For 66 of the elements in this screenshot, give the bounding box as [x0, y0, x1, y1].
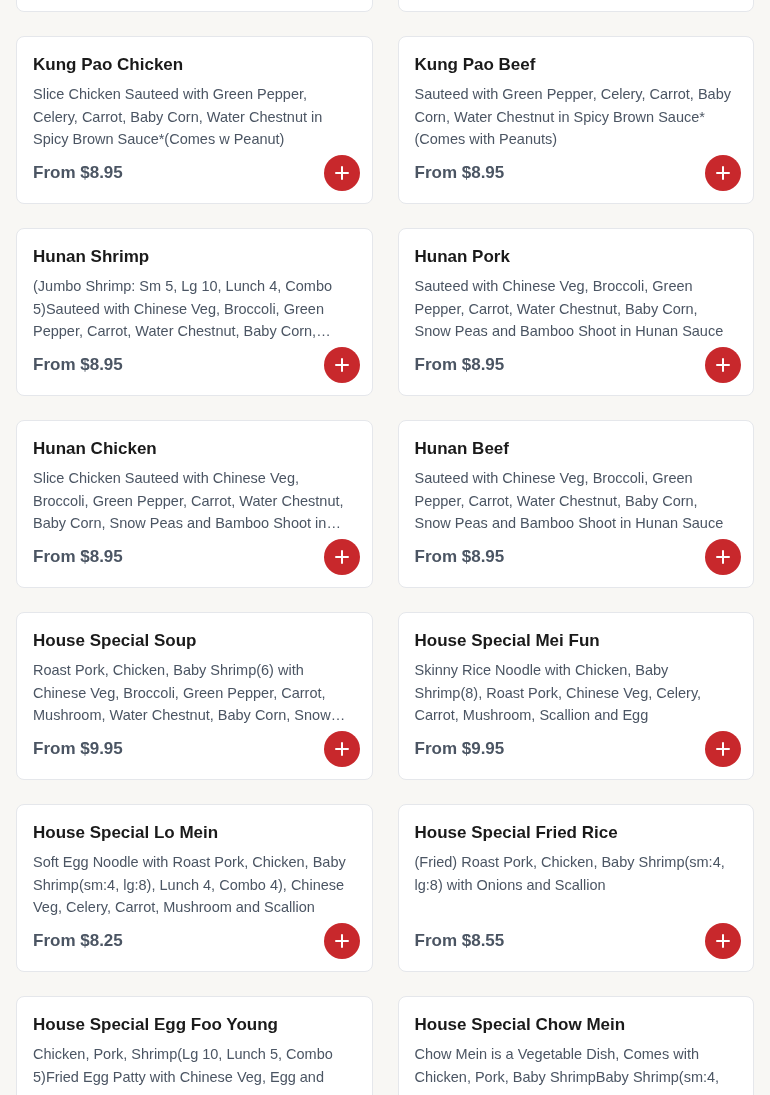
menu-card[interactable]: House Special Lo Mein Soft Egg Noodle with Roast Pork, Chicken, Baby Shrimp(sm:4, lg:8), Lunch 4, Combo 4), Chinese Veg, Celery, Carrot, Mushroom and Scallion From $8.25 [16, 804, 373, 972]
dish-title: Hunan Beef [414, 438, 510, 460]
add-button[interactable] [705, 155, 741, 191]
menu-card[interactable]: Hunan Beef Sauteed with Chinese Veg, Broccoli, Green Pepper, Carrot, Water Chestnut, Baby Corn, Snow Peas and Bamboo Shoot in Hunan Sauce From $8.95 [397, 420, 754, 588]
menu-card[interactable]: House Special Egg Foo Young Chicken, Pork, Shrimp(Lg 10, Lunch 5, Combo 5)Fried Egg Patty with Chinese Veg, Egg and [16, 996, 373, 1095]
plus-icon [716, 358, 730, 372]
dish-title: House Special Lo Mein [33, 822, 220, 844]
dish-title: House Special Soup [33, 630, 198, 652]
menu-card[interactable]: Hunan Shrimp (Jumbo Shrimp: Sm 5, Lg 10, Lunch 4, Combo 5)Sauteed with Chinese Veg, Broccoli, Green Pepper, Carrot, Water Chestnut, Baby Corn,… From $8.95 [16, 228, 373, 396]
dish-description: Chow Mein is a Vegetable Dish, Comes with Chicken, Pork, Baby ShrimpBaby Shrimp(sm:4, [414, 1045, 721, 1087]
add-button[interactable] [323, 923, 360, 959]
dish-description: Sauteed with Chinese Veg, Broccoli, Green Pepper, Carrot, Water Chestnut, Baby Corn, Snow Peas and Bamboo Shoot in Hunan Sauce [414, 277, 725, 341]
plus-icon [334, 742, 349, 756]
dish-title: House Special Mei Fun [414, 630, 601, 652]
dish-title: Hunan Shrimp [33, 246, 151, 268]
dish-description: Roast Pork, Chicken, Baby Shrimp(6) with Chinese Veg, Broccoli, Green Pepper, Carrot, Mushroom, Water Chestnut, Baby Corn, Snow… [33, 661, 347, 725]
dish-price: From $8.95 [33, 546, 123, 569]
add-button[interactable] [705, 347, 741, 383]
add-button[interactable] [323, 539, 360, 575]
dish-price: From $8.95 [33, 162, 123, 185]
menu-card[interactable]: Hunan Chicken Slice Chicken Sauteed with Chinese Veg, Broccoli, Green Pepper, Carrot, Water Chestnut, Baby Corn, Snow Peas and Bamboo Shoot in… From $8.95 [16, 420, 373, 588]
menu-card[interactable]: Kung Pao Chicken Slice Chicken Sauteed with Green Pepper, Celery, Carrot, Baby Corn, Water Chestnut in Spicy Brown Sauce*(Comes w Peanut) From $8.95 [16, 36, 373, 204]
dish-description: (Fried) Roast Pork, Chicken, Baby Shrimp(sm:4, lg:8) with Onions and Scallion [414, 853, 726, 895]
add-button[interactable] [323, 347, 360, 383]
dish-price: From $8.95 [414, 162, 505, 185]
dish-description: Soft Egg Noodle with Roast Pork, Chicken, Baby Shrimp(sm:4, lg:8), Lunch 4, Combo 4), Chinese Veg, Celery, Carrot, Mushroom and Scallion [33, 853, 347, 917]
dish-description: Slice Chicken Sauteed with Green Pepper, Celery, Carrot, Baby Corn, Water Chestnut in Spicy Brown Sauce*(Comes w Peanut) [33, 85, 324, 149]
dish-price: From $8.95 [33, 354, 123, 377]
dish-description: Chicken, Pork, Shrimp(Lg 10, Lunch 5, Combo 5)Fried Egg Patty with Chinese Veg, Egg and [33, 1045, 334, 1087]
dish-price: From $8.95 [414, 546, 505, 569]
plus-icon [334, 550, 349, 564]
dish-description: Sauteed with Green Pepper, Celery, Carrot, Baby Corn, Water Chestnut in Spicy Brown Sauce* (Comes with Peanuts) [414, 85, 732, 149]
plus-icon [334, 166, 349, 180]
dish-price: From $8.95 [414, 354, 505, 377]
plus-icon [334, 934, 349, 948]
dish-description: Skinny Rice Noodle with Chicken, Baby Shrimp(8), Roast Pork, Chinese Veg, Celery, Carrot, Mushroom, Scallion and Egg [414, 661, 703, 725]
menu-card[interactable]: House Special Chow Mein Chow Mein is a Vegetable Dish, Comes with Chicken, Pork, Baby ShrimpBaby Shrimp(sm:4, [397, 996, 754, 1095]
dish-price: From $8.55 [414, 930, 505, 953]
plus-icon [716, 550, 730, 564]
dish-price: From $8.25 [33, 930, 123, 953]
dish-description: Sauteed with Chinese Veg, Broccoli, Green Pepper, Carrot, Water Chestnut, Baby Corn, Snow Peas and Bamboo Shoot in Hunan Sauce [414, 469, 725, 533]
menu-card[interactable]: House Special Soup Roast Pork, Chicken, Baby Shrimp(6) with Chinese Veg, Broccoli, Green Pepper, Carrot, Mushroom, Water Chestnut, Baby Corn, Snow… From $9.95 [16, 612, 373, 780]
dish-title: House Special Fried Rice [414, 822, 619, 844]
add-button[interactable] [705, 923, 741, 959]
plus-icon [716, 934, 730, 948]
menu-card[interactable]: Hunan Pork Sauteed with Chinese Veg, Broccoli, Green Pepper, Carrot, Water Chestnut, Baby Corn, Snow Peas and Bamboo Shoot in Hunan Sauce From $8.95 [397, 228, 754, 396]
dish-description: (Jumbo Shrimp: Sm 5, Lg 10, Lunch 4, Combo 5)Sauteed with Chinese Veg, Broccoli, Green Pepper, Carrot, Water Chestnut, Baby Corn,… [33, 277, 333, 341]
dish-price: From $9.95 [33, 738, 123, 761]
add-button[interactable] [323, 155, 360, 191]
dish-price: From $9.95 [414, 738, 505, 761]
dish-title: Hunan Pork [414, 246, 511, 268]
menu-card[interactable]: House Special Fried Rice (Fried) Roast Pork, Chicken, Baby Shrimp(sm:4, lg:8) with Onions and Scallion From $8.55 [397, 804, 754, 972]
menu-card[interactable]: Kung Pao Beef Sauteed with Green Pepper, Celery, Carrot, Baby Corn, Water Chestnut in Spicy Brown Sauce* (Comes with Peanuts) From $8.95 [397, 36, 754, 204]
dish-title: House Special Egg Foo Young [33, 1014, 279, 1036]
plus-icon [334, 358, 349, 372]
plus-icon [716, 166, 730, 180]
dish-title: Kung Pao Beef [414, 54, 537, 76]
menu-card[interactable]: House Special Mei Fun Skinny Rice Noodle with Chicken, Baby Shrimp(8), Roast Pork, Chinese Veg, Celery, Carrot, Mushroom, Scallion and Egg From $9.95 [397, 612, 754, 780]
dish-title: Kung Pao Chicken [33, 54, 185, 76]
plus-icon [716, 742, 730, 756]
add-button[interactable] [323, 731, 360, 767]
add-button[interactable] [705, 731, 741, 767]
add-button[interactable] [705, 539, 741, 575]
dish-description: Slice Chicken Sauteed with Chinese Veg, Broccoli, Green Pepper, Carrot, Water Chestnut, Baby Corn, Snow Peas and Bamboo Shoot in… [33, 469, 345, 533]
dish-title: House Special Chow Mein [414, 1014, 627, 1036]
dish-title: Hunan Chicken [33, 438, 158, 460]
